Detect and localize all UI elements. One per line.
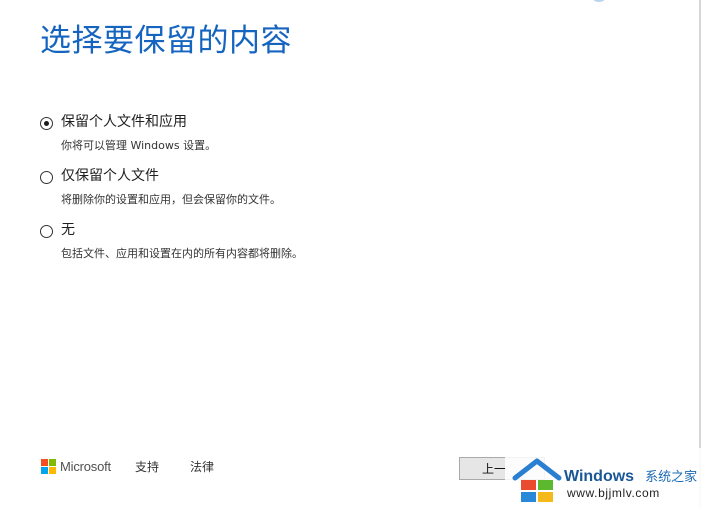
watermark-subtitle: 系统之家	[645, 470, 698, 485]
option-label[interactable]: 仅保留个人文件	[61, 166, 159, 186]
option-description: 将删除你的设置和应用，但会保留你的文件。	[61, 193, 281, 206]
windows-house-logo-icon	[512, 458, 562, 502]
radio-button-selected[interactable]	[40, 117, 53, 130]
top-edge-indicator	[592, 0, 606, 2]
logo-blue-square	[41, 466, 48, 474]
option-label[interactable]: 保留个人文件和应用	[61, 112, 187, 132]
option-label[interactable]: 无	[61, 220, 75, 240]
microsoft-brand-text: Microsoft	[60, 458, 111, 474]
keep-options-group: 保留个人文件和应用 你将可以管理 Windows 设置。 仅保留个人文件 将删除…	[39, 112, 659, 274]
watermark-title-line: Windows 系统之家	[564, 466, 697, 486]
footer: Microsoft 支持 法律	[41, 456, 245, 476]
watermark: Windows 系统之家 www.bjjmlv.com	[512, 454, 700, 506]
option-keep-nothing[interactable]: 无 包括文件、应用和设置在内的所有内容都将删除。	[39, 220, 659, 274]
option-keep-personal-files-only[interactable]: 仅保留个人文件 将删除你的设置和应用，但会保留你的文件。	[39, 166, 659, 220]
page-title: 选择要保留的内容	[40, 23, 292, 59]
logo-red-square	[41, 458, 48, 466]
microsoft-logo-icon	[41, 458, 56, 474]
option-description: 包括文件、应用和设置在内的所有内容都将删除。	[61, 247, 303, 260]
option-keep-files-and-apps[interactable]: 保留个人文件和应用 你将可以管理 Windows 设置。	[39, 112, 659, 166]
legal-link[interactable]: 法律	[190, 458, 214, 475]
radio-button[interactable]	[40, 171, 53, 184]
radio-button[interactable]	[40, 225, 53, 238]
reset-pc-window: 选择要保留的内容 保留个人文件和应用 你将可以管理 Windows 设置。 仅保…	[0, 0, 701, 507]
option-description: 你将可以管理 Windows 设置。	[61, 139, 217, 152]
support-link[interactable]: 支持	[135, 458, 159, 475]
radio-selected-dot	[44, 121, 49, 126]
watermark-url: www.bjjmlv.com	[567, 486, 660, 500]
logo-yellow-square	[49, 466, 56, 474]
watermark-title: Windows	[564, 468, 635, 485]
logo-green-square	[49, 458, 56, 466]
